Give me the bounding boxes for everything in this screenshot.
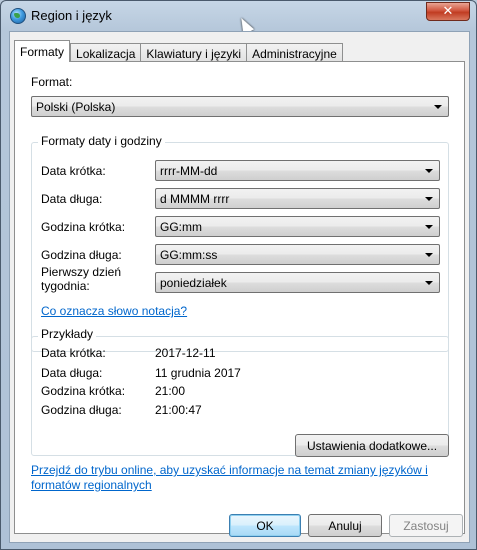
chevron-down-icon — [425, 253, 433, 257]
cancel-button[interactable]: Anuluj — [308, 514, 382, 537]
first-day-label: Pierwszy dzień tygodnia: — [41, 265, 122, 293]
example-short-date-label: Data krótka: — [41, 346, 106, 360]
tab-administracyjne[interactable]: Administracyjne — [246, 43, 343, 62]
example-long-date-label: Data długa: — [41, 366, 103, 380]
first-day-dropdown[interactable]: poniedziałek — [155, 272, 440, 293]
short-time-dropdown[interactable]: GG:mm — [155, 216, 440, 237]
tab-panel-formaty: Format: Polski (Polska) Formaty daty i g… — [14, 61, 465, 534]
close-icon: ✕ — [442, 4, 454, 19]
apply-button[interactable]: Zastosuj — [389, 514, 463, 537]
long-date-label: Data długa: — [41, 192, 103, 206]
chevron-down-icon — [425, 281, 433, 285]
dialog-window: Region i język ✕ Formaty Lokalizacja Kla… — [0, 0, 477, 550]
format-value: Polski (Polska) — [36, 100, 116, 114]
chevron-down-icon — [425, 169, 433, 173]
long-date-dropdown[interactable]: d MMMM rrrr — [155, 188, 440, 209]
close-button[interactable]: ✕ — [426, 2, 470, 21]
long-time-label: Godzina długa: — [41, 248, 122, 262]
background-blur — [121, 9, 381, 21]
dialog-client-area: Formaty Lokalizacja Klawiatury i języki … — [9, 31, 470, 543]
long-date-value: d MMMM rrrr — [160, 192, 230, 206]
ok-button[interactable]: OK — [229, 514, 301, 537]
long-time-dropdown[interactable]: GG:mm:ss — [155, 244, 440, 265]
chevron-down-icon — [434, 105, 442, 109]
long-time-value: GG:mm:ss — [160, 248, 218, 262]
window-title: Region i język — [31, 8, 112, 23]
additional-settings-button[interactable]: Ustawienia dodatkowe... — [295, 434, 449, 457]
first-day-value: poniedziałek — [160, 276, 227, 290]
example-long-time-label: Godzina długa: — [41, 403, 122, 417]
example-short-date-value: 2017-12-11 — [155, 346, 216, 360]
format-dropdown[interactable]: Polski (Polska) — [31, 96, 449, 117]
globe-icon — [10, 8, 26, 24]
tab-strip: Formaty Lokalizacja Klawiatury i języki … — [14, 40, 343, 62]
chevron-down-icon — [425, 225, 433, 229]
notation-link[interactable]: Co oznacza słowo notacja? — [41, 304, 187, 318]
example-long-time-value: 21:00:47 — [155, 403, 202, 417]
examples-group-title: Przykłady — [38, 327, 97, 341]
example-short-time-value: 21:00 — [155, 384, 186, 398]
short-date-dropdown[interactable]: rrrr-MM-dd — [155, 160, 440, 181]
short-time-label: Godzina krótka: — [41, 220, 126, 234]
example-short-time-label: Godzina krótka: — [41, 384, 126, 398]
example-long-date-value: 11 grudnia 2017 — [155, 366, 241, 380]
tab-formaty[interactable]: Formaty — [14, 40, 71, 62]
short-date-label: Data krótka: — [41, 164, 106, 178]
format-label: Format: — [31, 75, 73, 89]
chevron-down-icon — [425, 197, 433, 201]
short-time-value: GG:mm — [160, 220, 202, 234]
short-date-value: rrrr-MM-dd — [160, 164, 218, 178]
tab-klawiatury[interactable]: Klawiatury i języki — [140, 43, 248, 62]
online-info-link[interactable]: Przejdź do trybu online, aby uzyskać inf… — [31, 463, 441, 493]
date-time-group-title: Formaty daty i godziny — [38, 134, 165, 148]
tab-lokalizacja[interactable]: Lokalizacja — [70, 43, 142, 62]
